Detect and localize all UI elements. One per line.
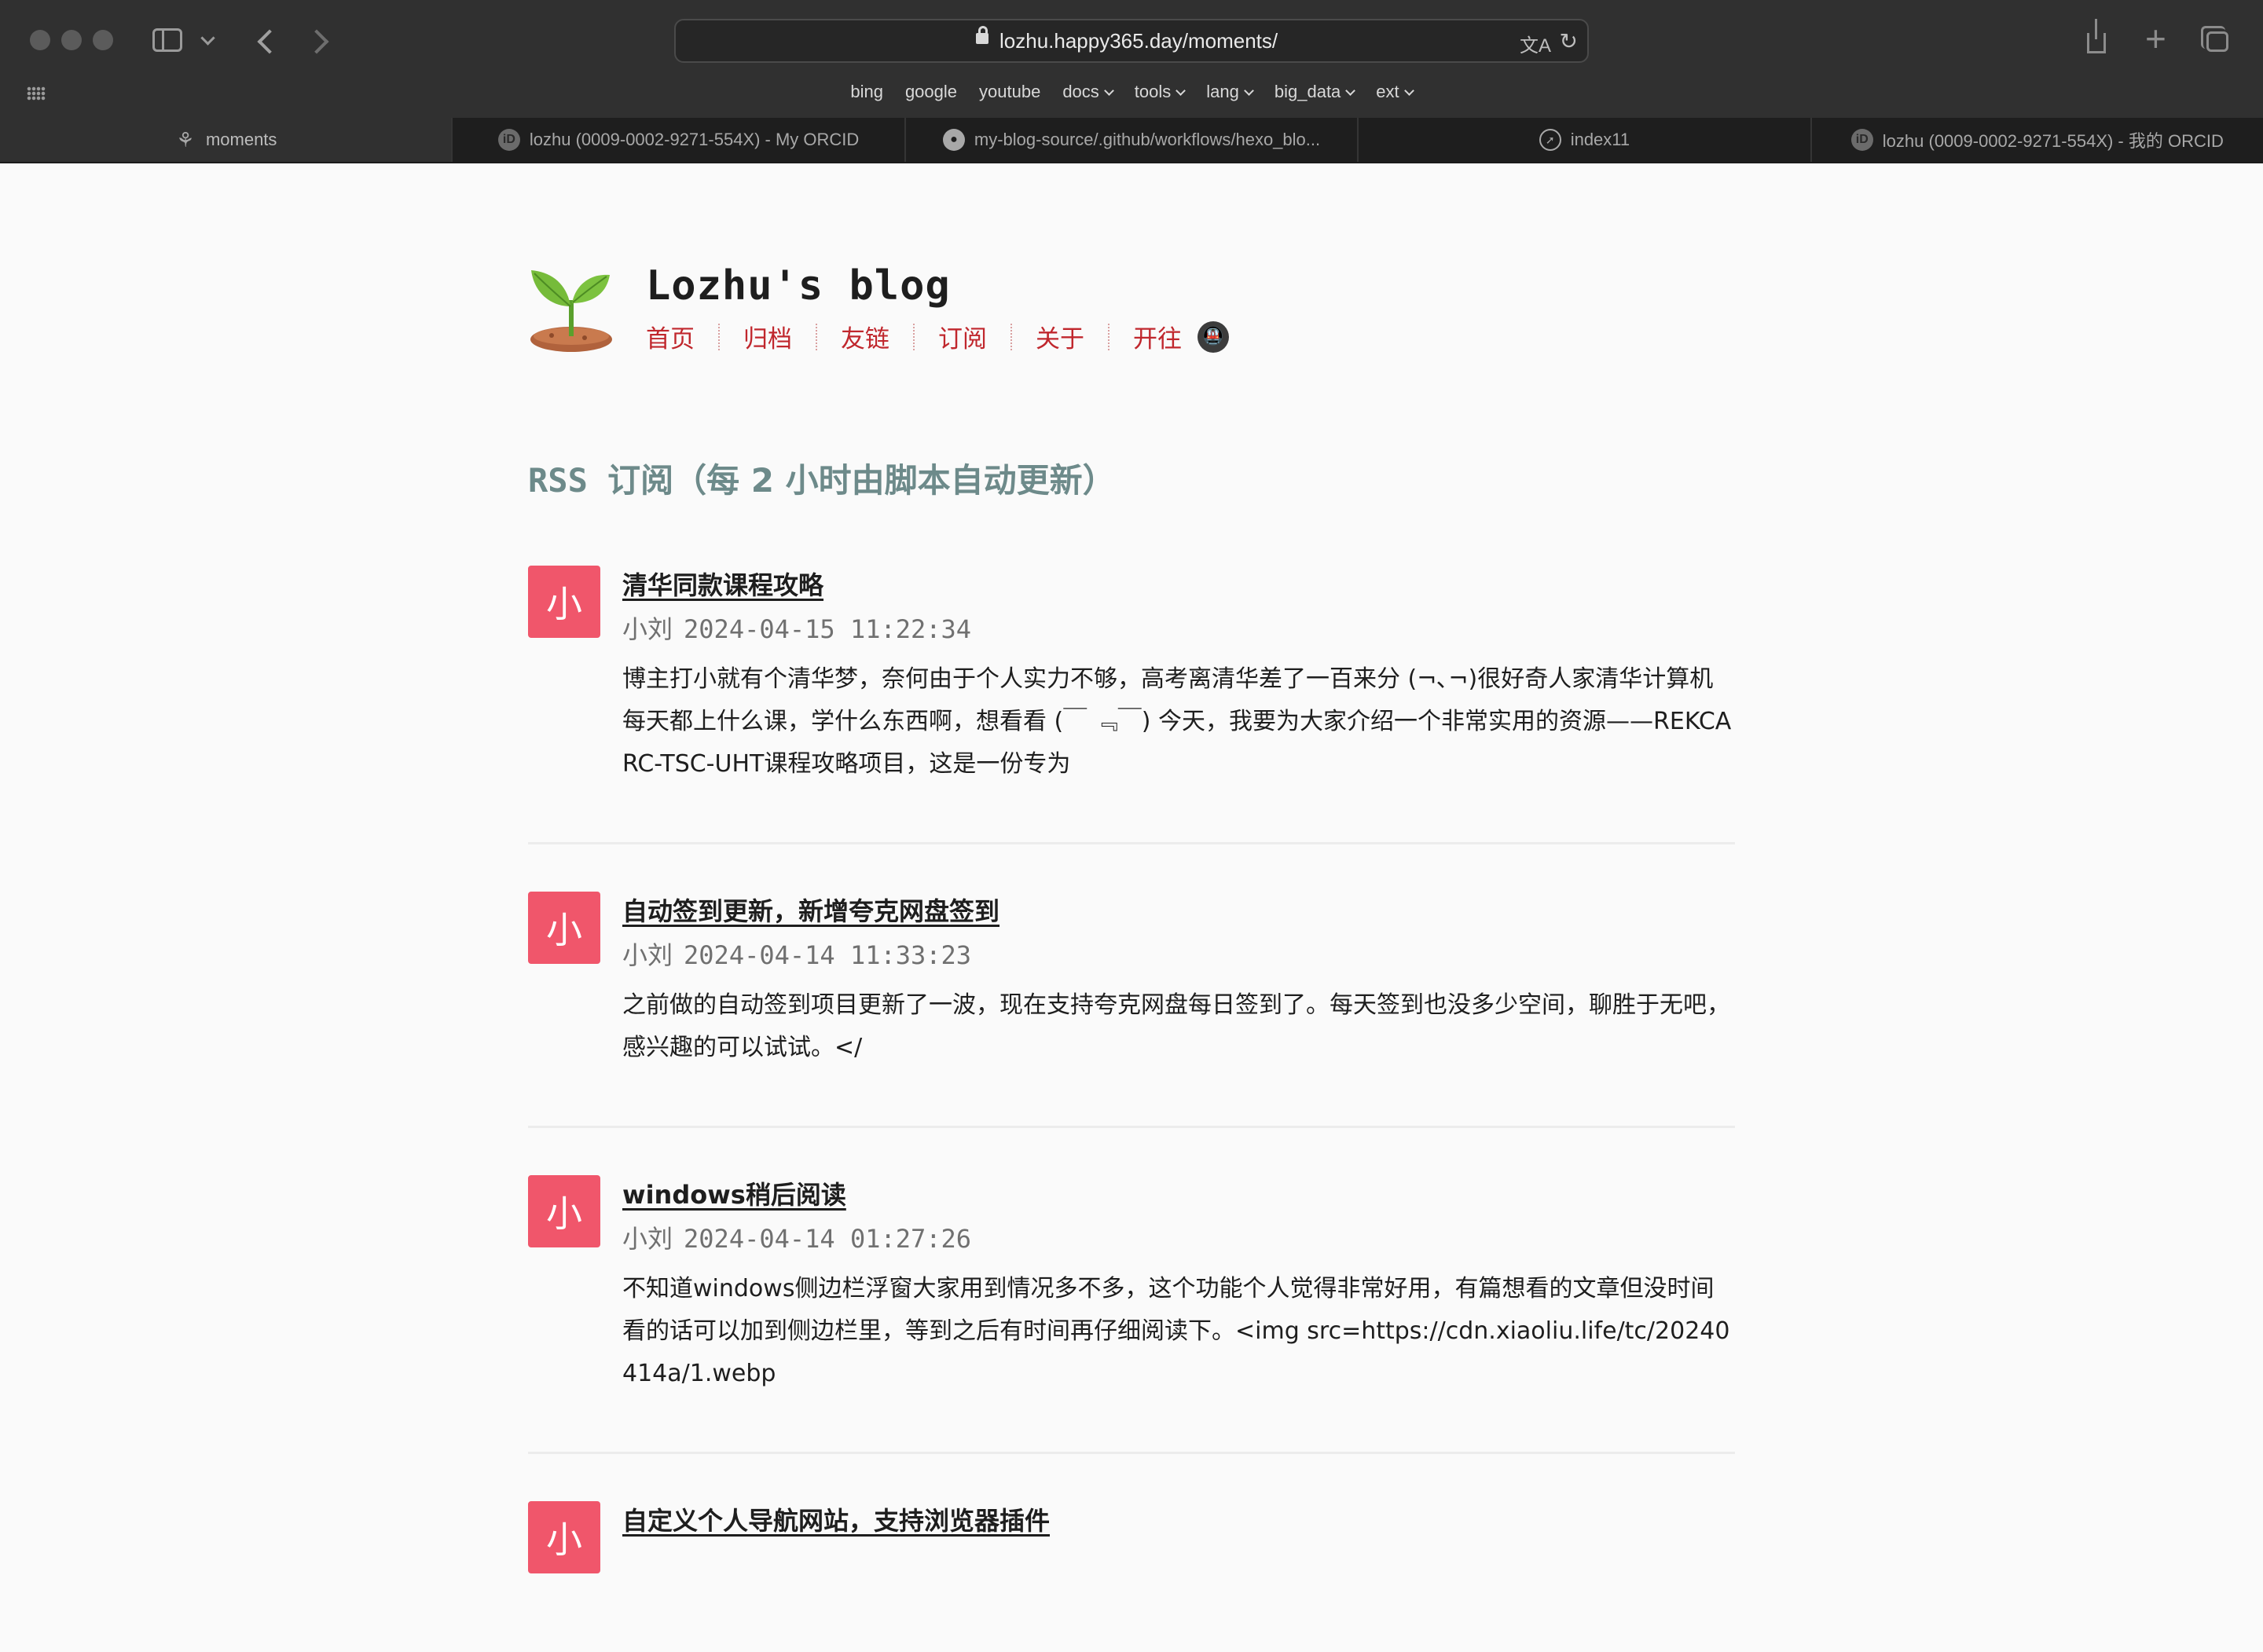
bookmark-tools[interactable]: tools xyxy=(1135,82,1184,102)
address-bar[interactable]: lozhu.happy365.day/moments/ 文A ↻ xyxy=(674,19,1589,63)
zoom-window-button[interactable] xyxy=(93,30,113,50)
post-meta: 小刘 2024-04-15 11:22:34 xyxy=(622,610,971,646)
menu-separator xyxy=(913,323,915,350)
post-date: 2024-04-15 11:22:34 xyxy=(684,614,972,644)
menu-link-subscribe[interactable]: 订阅 xyxy=(938,319,987,354)
bookmark-youtube[interactable]: youtube xyxy=(979,82,1040,102)
post-item: 小自定义个人导航网站，支持浏览器插件 xyxy=(528,1495,1735,1652)
post-title-link[interactable]: 清华同款课程攻略 xyxy=(622,566,823,602)
section-title-prefix: RSS xyxy=(528,461,588,500)
post-meta: 小刘 2024-04-14 11:33:23 xyxy=(622,936,971,972)
post-excerpt: 博主打小就有个清华梦，奈何由于个人实力不够，高考离清华差了一百来分 (¬､¬)很… xyxy=(622,665,1732,778)
compass-icon: ➚ xyxy=(1539,129,1561,151)
post-date: 2024-04-14 11:33:23 xyxy=(684,940,972,970)
post-excerpt: 之前做的自动签到项目更新了一波，现在支持夸克网盘每日签到了。每天签到也没多少空间… xyxy=(622,991,1730,1061)
orcid-icon: iD xyxy=(1850,129,1873,151)
browser-tab[interactable]: ● my-blog-source/.github/workflows/hexo_b… xyxy=(904,118,1358,162)
sprout-logo-icon[interactable] xyxy=(528,259,614,353)
new-tab-icon[interactable]: + xyxy=(2145,20,2166,57)
post-list: 小清华同款课程攻略 小刘 2024-04-15 11:22:34 博主打小就有个清华梦… xyxy=(528,559,1735,1652)
lock-icon xyxy=(976,26,988,44)
bookmarks-bar: bing google youtube docs tools lang big_data ex… xyxy=(0,82,2263,102)
subway-icon[interactable]: 🚇 xyxy=(1198,321,1229,353)
browser-tab-label: lozhu (0009-0002-9271-554X) - 我的 ORCID xyxy=(1882,131,2224,151)
share-icon[interactable] xyxy=(2087,19,2106,53)
post-item: 小 windows稍后阅读小刘 2024-04-14 01:27:26 不知道wind… xyxy=(528,1169,1735,1454)
author-avatar[interactable]: 小 xyxy=(528,892,600,964)
post-date: 2024-04-14 01:27:26 xyxy=(684,1224,972,1254)
post-item: 小清华同款课程攻略小刘 2024-04-15 11:22:34 博主打小就有个清华梦… xyxy=(528,559,1735,844)
post-author: 小刘 xyxy=(622,1224,673,1254)
site-menu: 首页 归档 友链 订阅 关于 开往 🚇 xyxy=(646,319,1229,354)
browser-tab[interactable]: iD lozhu (0009-0002-9271-554X) - My ORCID xyxy=(451,118,904,162)
menu-separator xyxy=(816,323,817,350)
close-window-button[interactable] xyxy=(30,30,50,50)
forward-arrow-icon[interactable] xyxy=(304,29,329,54)
post-title-link[interactable]: windows稍后阅读 xyxy=(622,1175,846,1211)
chevron-down-icon[interactable] xyxy=(200,31,215,46)
bookmark-docs[interactable]: docs xyxy=(1062,82,1112,102)
menu-separator xyxy=(1108,323,1109,350)
sidebar-toggle-icon[interactable] xyxy=(152,28,182,52)
menu-link-home[interactable]: 首页 xyxy=(646,319,695,354)
bookmark-google[interactable]: google xyxy=(905,82,957,102)
browser-tab[interactable]: iD lozhu (0009-0002-9271-554X) - 我的 ORCID xyxy=(1810,118,2263,162)
post-title-link[interactable]: 自动签到更新，新增夸克网盘签到 xyxy=(622,892,999,928)
url-text[interactable]: lozhu.happy365.day/moments/ xyxy=(999,29,1278,53)
translate-icon[interactable]: 文A xyxy=(1520,30,1551,57)
browser-tab-label: lozhu (0009-0002-9271-554X) - My ORCID xyxy=(529,130,860,149)
orcid-icon: iD xyxy=(497,129,520,151)
author-avatar[interactable]: 小 xyxy=(528,1175,600,1247)
menu-link-friends[interactable]: 友链 xyxy=(841,319,889,354)
tab-strip: ⚘ moments iD lozhu (0009-0002-9271-554X) - … xyxy=(0,118,2263,162)
bookmark-lang[interactable]: lang xyxy=(1206,82,1253,102)
sprout-icon: ⚘ xyxy=(176,127,195,152)
menu-separator xyxy=(718,323,720,350)
author-avatar[interactable]: 小 xyxy=(528,566,600,638)
menu-link-travelling[interactable]: 开往 xyxy=(1133,319,1182,354)
post-author: 小刘 xyxy=(622,614,673,644)
menu-separator xyxy=(1010,323,1012,350)
browser-tab-label: my-blog-source/.github/workflows/hexo_bl… xyxy=(974,130,1321,149)
site-title[interactable]: Lozhu's blog xyxy=(646,262,951,310)
minimize-window-button[interactable] xyxy=(61,30,82,50)
page-content: Lozhu's blog 首页 归档 友链 订阅 关于 开往 🚇 RSS 订阅（每 2 小时… xyxy=(528,162,1735,1573)
bookmark-bing[interactable]: bing xyxy=(850,82,883,102)
browser-tab[interactable]: ➚ index11 xyxy=(1357,118,1810,162)
back-arrow-icon[interactable] xyxy=(257,29,282,54)
github-icon: ● xyxy=(942,129,965,151)
menu-link-archive[interactable]: 归档 xyxy=(743,319,792,354)
reload-icon[interactable]: ↻ xyxy=(1560,28,1578,54)
section-title-text: 订阅（每 2 小时由脚本自动更新） xyxy=(607,461,1116,500)
browser-tab-label: index11 xyxy=(1570,130,1630,149)
bookmark-big_data[interactable]: big_data xyxy=(1275,82,1354,102)
post-meta: 小刘 2024-04-14 01:27:26 xyxy=(622,1219,971,1255)
post-excerpt: 不知道windows侧边栏浮窗大家用到情况多不多，这个功能个人觉得非常好用，有篇… xyxy=(622,1275,1730,1387)
menu-link-about[interactable]: 关于 xyxy=(1036,319,1084,354)
post-author: 小刘 xyxy=(622,940,673,970)
post-item: 小自动签到更新，新增夸克网盘签到小刘 2024-04-14 11:33:23 之前做… xyxy=(528,885,1735,1128)
site-header: Lozhu's blog 首页 归档 友链 订阅 关于 开往 🚇 xyxy=(528,162,1735,390)
browser-tab[interactable]: ⚘ moments xyxy=(0,118,452,162)
post-title-link[interactable]: 自定义个人导航网站，支持浏览器插件 xyxy=(622,1501,1050,1537)
browser-tab-label: moments xyxy=(205,130,277,149)
bookmark-ext[interactable]: ext xyxy=(1376,82,1412,102)
section-title: RSS 订阅（每 2 小时由脚本自动更新） xyxy=(528,454,1116,502)
window-controls xyxy=(30,30,113,50)
author-avatar[interactable]: 小 xyxy=(528,1501,600,1573)
browser-chrome: lozhu.happy365.day/moments/ 文A ↻ + bing g… xyxy=(0,0,2263,163)
tab-overview-icon[interactable] xyxy=(2201,26,2228,52)
